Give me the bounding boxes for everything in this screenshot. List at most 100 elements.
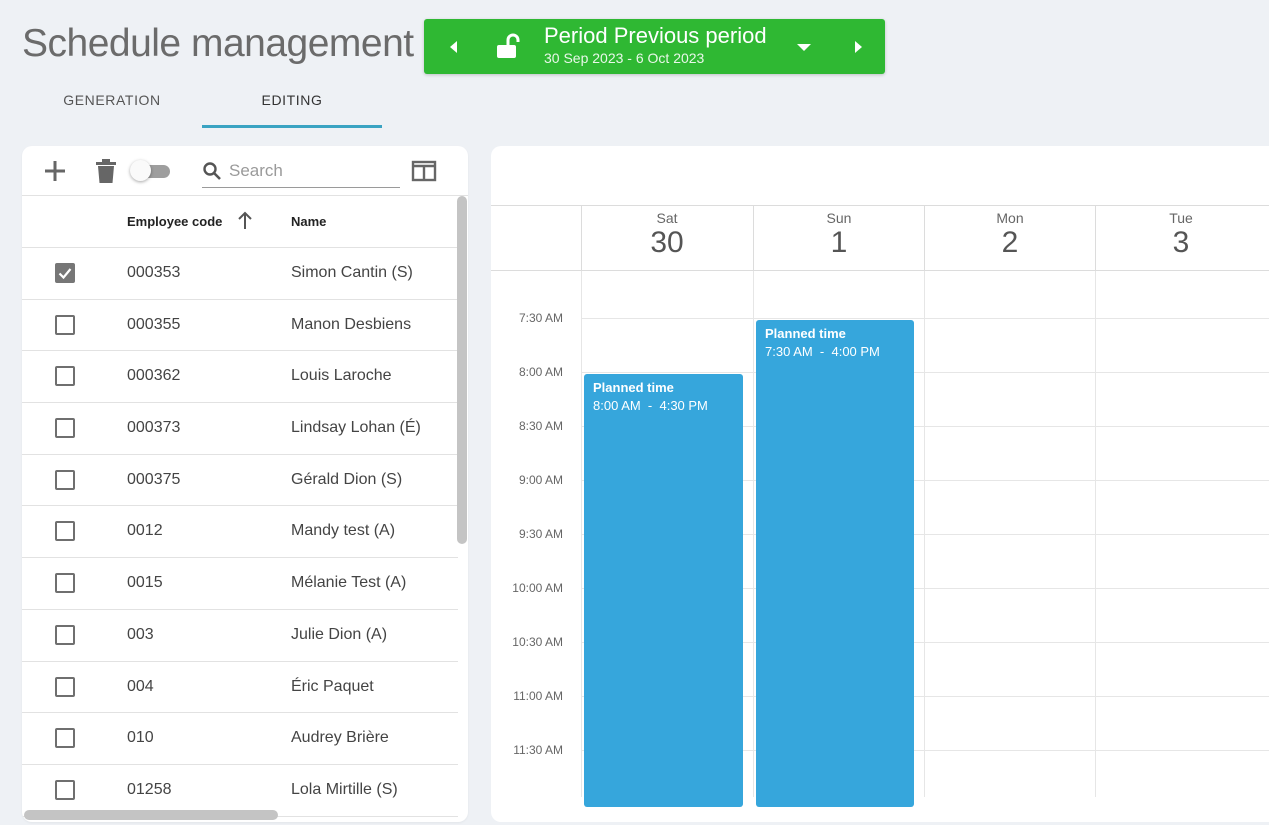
- day-number: 3: [1172, 226, 1190, 259]
- plus-icon[interactable]: [42, 158, 68, 184]
- column-header-name[interactable]: Name: [291, 214, 326, 229]
- event-hours: 7:30 AM - 4:00 PM: [765, 344, 880, 359]
- table-row[interactable]: 000362 Louis Laroche: [22, 351, 458, 404]
- employee-code-cell: 000353: [127, 264, 181, 281]
- row-checkbox[interactable]: [55, 573, 75, 594]
- time-label: 11:00 AM: [513, 689, 563, 703]
- grid-time-line: [581, 372, 1269, 373]
- check-icon: [58, 268, 72, 280]
- time-label: 7:30 AM: [518, 311, 563, 325]
- time-label: 8:00 AM: [518, 365, 563, 379]
- employee-name-cell: Julie Dion (A): [291, 625, 388, 643]
- chevron-right-icon[interactable]: [848, 37, 868, 57]
- arrow-up-icon[interactable]: [236, 211, 254, 231]
- row-checkbox[interactable]: [55, 314, 75, 335]
- day-column-header[interactable]: Mon 2: [924, 206, 1095, 271]
- day-column-header[interactable]: Sun 1: [753, 206, 924, 271]
- employee-code-cell: 000373: [127, 419, 181, 437]
- calendar-panel: Sat 30 Sun 1 Mon 2 Tue 3 7:30 AM 8:00 AM 8:30 AM 9…: [491, 146, 1269, 822]
- caret-down-icon[interactable]: [794, 37, 814, 57]
- table-row[interactable]: 003 Julie Dion (A): [22, 610, 458, 662]
- day-column-header[interactable]: Sat 30: [581, 206, 752, 271]
- day-column-header[interactable]: Tue 3: [1095, 206, 1266, 271]
- tab-generation[interactable]: GENERATION: [22, 80, 202, 128]
- table-header: Employee code Name: [22, 196, 458, 248]
- chevron-left-icon[interactable]: [444, 37, 464, 57]
- row-checkbox[interactable]: [55, 728, 75, 749]
- period-dates: 30 Sep 2023 - 6 Oct 2023: [544, 50, 705, 66]
- search-input[interactable]: [229, 159, 394, 183]
- row-checkbox[interactable]: [55, 779, 75, 800]
- table-body: 000353 Simon Cantin (S) 000355 Manon Desbie…: [22, 248, 458, 817]
- employee-table: Employee code Name 000353 Simon Cantin (S…: [22, 196, 458, 817]
- table-row[interactable]: 0012 Mandy test (A): [22, 506, 458, 559]
- employee-toolbar: [22, 146, 468, 196]
- toggle-switch[interactable]: [130, 160, 170, 181]
- time-label: 9:30 AM: [518, 527, 563, 541]
- employee-code-cell: 003: [127, 625, 154, 643]
- row-checkbox[interactable]: [55, 366, 75, 387]
- columns-icon[interactable]: [411, 158, 437, 184]
- shift-event[interactable]: Planned time 7:30 AM - 4:00 PM: [756, 320, 914, 807]
- shift-event[interactable]: Planned time 8:00 AM - 4:30 PM: [584, 374, 743, 807]
- table-row[interactable]: 01258 Lola Mirtille (S): [22, 765, 458, 817]
- search-icon: [203, 162, 221, 180]
- day-number: 30: [650, 226, 684, 259]
- employee-name-cell: Mandy test (A): [291, 522, 396, 540]
- event-title: Planned time: [765, 326, 846, 341]
- tab-editing[interactable]: EDITING: [202, 80, 382, 128]
- row-checkbox[interactable]: [55, 263, 75, 283]
- event-hours: 8:00 AM - 4:30 PM: [593, 398, 708, 413]
- employee-name-cell: Lola Mirtille (S): [291, 780, 398, 798]
- row-checkbox[interactable]: [55, 624, 75, 645]
- time-label: 11:30 AM: [513, 743, 563, 757]
- day-name: Sun: [826, 210, 852, 226]
- column-header-employee-code[interactable]: Employee code: [127, 214, 222, 229]
- employee-code-cell: 004: [127, 677, 154, 695]
- employee-name-cell: Simon Cantin (S): [291, 264, 413, 281]
- row-checkbox[interactable]: [55, 469, 75, 490]
- employee-name-cell: Mélanie Test (A): [291, 574, 407, 592]
- unlock-icon[interactable]: [494, 32, 524, 62]
- time-label: 8:30 AM: [518, 419, 563, 433]
- row-checkbox[interactable]: [55, 676, 75, 697]
- day-number: 1: [830, 226, 848, 259]
- calendar-day-header: Sat 30 Sun 1 Mon 2 Tue 3: [491, 205, 1269, 271]
- employee-panel: Employee code Name 000353 Simon Cantin (S…: [22, 146, 468, 822]
- row-checkbox[interactable]: [55, 418, 75, 439]
- trash-icon[interactable]: [94, 158, 118, 184]
- employee-code-cell: 0012: [127, 522, 163, 540]
- row-checkbox[interactable]: [55, 521, 75, 542]
- table-row[interactable]: 000373 Lindsay Lohan (É): [22, 403, 458, 455]
- employee-name-cell: Gérald Dion (S): [291, 470, 403, 488]
- day-name: Tue: [1169, 210, 1193, 226]
- table-row[interactable]: 010 Audrey Brière: [22, 713, 458, 765]
- grid-time-line: [581, 318, 1269, 319]
- employee-code-cell: 000355: [127, 315, 181, 333]
- search-field[interactable]: [202, 156, 400, 188]
- horizontal-scrollbar[interactable]: [24, 810, 278, 820]
- table-row[interactable]: 000355 Manon Desbiens: [22, 300, 458, 352]
- calendar-grid[interactable]: 7:30 AM 8:00 AM 8:30 AM 9:00 AM 9:30 AM 10:00…: [491, 271, 1269, 807]
- period-selector[interactable]: Period Previous period 30 Sep 2023 - 6 O…: [424, 19, 885, 74]
- employee-name-cell: Audrey Brière: [291, 729, 389, 747]
- employee-code-cell: 01258: [127, 780, 172, 798]
- table-row[interactable]: 000375 Gérald Dion (S): [22, 455, 458, 507]
- employee-code-cell: 0015: [127, 574, 163, 592]
- tab-editing-label: EDITING: [261, 92, 323, 108]
- employee-name-cell: Louis Laroche: [291, 367, 392, 385]
- vertical-scrollbar[interactable]: [457, 196, 467, 544]
- time-label: 10:00 AM: [512, 581, 563, 595]
- time-label: 9:00 AM: [518, 473, 563, 487]
- employee-code-cell: 010: [127, 729, 154, 747]
- day-name: Mon: [996, 210, 1024, 226]
- table-row[interactable]: 000353 Simon Cantin (S): [22, 248, 458, 300]
- employee-name-cell: Lindsay Lohan (É): [291, 419, 421, 437]
- table-row[interactable]: 004 Éric Paquet: [22, 662, 458, 714]
- day-name: Sat: [656, 210, 678, 226]
- employee-name-cell: Manon Desbiens: [291, 315, 412, 333]
- toggle-knob: [130, 160, 151, 181]
- table-row[interactable]: 0015 Mélanie Test (A): [22, 558, 458, 610]
- time-label: 10:30 AM: [512, 635, 563, 649]
- employee-code-cell: 000362: [127, 367, 181, 385]
